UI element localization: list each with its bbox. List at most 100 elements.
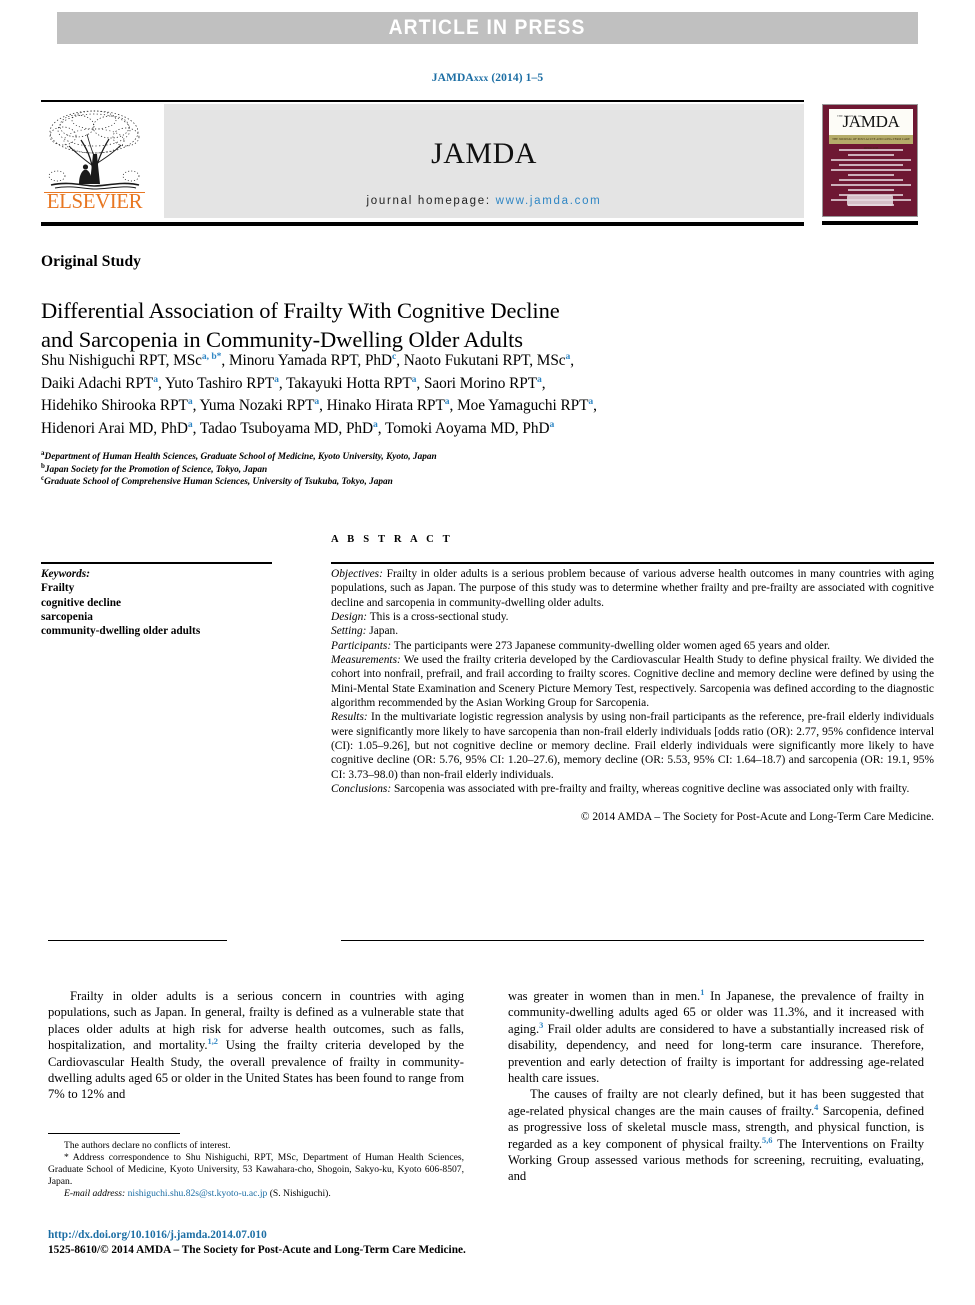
author-separator: , (570, 352, 575, 369)
cover-toc-line (847, 174, 895, 176)
abstract-results-label: Results: (331, 711, 368, 724)
journal-cover-thumbnail: THE JOURNAL OF JAMDA THE JOURNAL OF POST… (822, 104, 918, 226)
body-text: was greater in women than in men. (508, 989, 701, 1003)
cover-bottom-rule (822, 221, 918, 225)
reference-marker[interactable]: 1,2 (208, 1037, 218, 1046)
body-paragraph: was greater in women than in men.1 In Ja… (508, 988, 924, 1086)
journal-title: JAMDA (431, 137, 537, 170)
cover-toc-line (839, 164, 903, 166)
body-paragraph: Frailty in older adults is a serious con… (48, 988, 464, 1103)
author-separator: , (541, 374, 546, 392)
abstract-setting: Setting: Japan. (331, 624, 934, 638)
title-line-1: Differential Association of Frailty With… (41, 298, 560, 324)
email-label: E-mail address: (64, 1188, 126, 1200)
abstract-participants: Participants: The participants were 273 … (331, 639, 934, 653)
keyword-item: Frailty (41, 582, 75, 595)
author-name: Hidenori Arai MD, PhD (41, 419, 188, 437)
abstract-setting-label: Setting: (331, 625, 367, 638)
article-in-press-banner: ARTICLE IN PRESS (57, 12, 918, 44)
footnote-rule (48, 1133, 180, 1135)
author-name: , Yuma Nozaki RPT (192, 397, 315, 414)
abstract-setting-text: Japan. (366, 625, 399, 638)
abstract-objectives: Objectives: Frailty in older adults is a… (331, 567, 934, 610)
affiliation-list: aDepartment of Human Health Sciences, Gr… (41, 449, 741, 489)
email-link[interactable]: nishiguchi.shu.82s@st.kyoto-u.ac.jp (128, 1188, 268, 1199)
cover-image: THE JOURNAL OF JAMDA THE JOURNAL OF POST… (822, 104, 918, 217)
page-title: Differential Association of Frailty With… (41, 296, 831, 354)
elsevier-logo: ELSEVIER (41, 106, 148, 218)
cover-toc-line (831, 184, 911, 186)
abstract-measurements-label: Measurements: (331, 654, 401, 667)
abstract-design: Design: This is a cross-sectional study. (331, 610, 934, 624)
abstract-measurements: Measurements: We used the frailty criter… (331, 653, 934, 710)
author-name: , Tomoki Aoyama MD, PhD (377, 419, 550, 437)
abstract-copyright: © 2014 AMDA – The Society for Post-Acute… (580, 810, 934, 823)
abstract-heading: A B S T R A C T (331, 534, 453, 545)
keywords-heading: Keywords: (41, 568, 90, 580)
author-name: , Takayuki Hotta RPT (278, 374, 412, 392)
correspondence-text: Address correspondence to Shu Nishiguchi… (48, 1152, 464, 1188)
affiliation-item: bJapan Society for the Promotion of Scie… (41, 462, 741, 477)
author-name: , Hinako Hirata RPT (319, 397, 445, 414)
conflicts-statement: The authors declare no conflicts of inte… (64, 1140, 231, 1151)
abstract-conclusions-label: Conclusions: (331, 783, 392, 796)
cover-toc-line (847, 189, 895, 191)
author-name: , Tadao Tsuboyama MD, PhD (192, 419, 374, 437)
author-affiliation-marker: a, b (201, 350, 217, 362)
homepage-label: journal homepage: (366, 195, 491, 207)
author-name: , Yuto Tashiro RPT (157, 374, 275, 392)
masthead-top-rule (41, 100, 804, 102)
affiliation-text: Department of Human Health Sciences, Gra… (44, 452, 437, 462)
abstract-conclusions-text: Sarcopenia was associated with pre-frail… (391, 783, 910, 796)
abstract-results-text: In the multivariate logistic regression … (331, 711, 934, 781)
author-affiliation-marker: a (549, 418, 555, 430)
footnote-block: The authors declare no conflicts of inte… (48, 1140, 464, 1200)
cover-toc-line (839, 179, 903, 181)
article-section-type: Original Study (41, 253, 142, 270)
article-in-press-label: ARTICLE IN PRESS (389, 16, 586, 39)
elsevier-wordmark: ELSEVIER (46, 189, 143, 213)
author-name: Hidehiko Shirooka RPT (41, 397, 188, 414)
abstract-objectives-label: Objectives: (331, 568, 383, 580)
affiliation-item: cGraduate School of Comprehensive Human … (41, 475, 741, 489)
cover-toc-line (831, 159, 911, 161)
doi-link[interactable]: http://dx.doi.org/10.1016/j.jamda.2014.0… (48, 1228, 608, 1243)
cover-toc-line (831, 169, 911, 171)
affiliation-text: Graduate School of Comprehensive Human S… (44, 477, 393, 488)
abstract-design-label: Design: (331, 611, 368, 624)
doi-block: http://dx.doi.org/10.1016/j.jamda.2014.0… (48, 1228, 608, 1257)
author-list: Shu Nishiguchi RPT, MSca, b*, Minoru Yam… (41, 350, 921, 440)
citation-pages: 1–5 (525, 72, 544, 84)
homepage-url-link[interactable]: www.jamda.com (496, 195, 602, 207)
correspondence-note: * Address correspondence to Shu Nishiguc… (48, 1152, 464, 1188)
reference-marker[interactable]: 5,6 (762, 1135, 772, 1144)
masthead-bottom-rule (41, 222, 804, 226)
body-right-divider (341, 940, 924, 942)
masthead: ELSEVIER JAMDA journal homepage: www.jam… (41, 104, 804, 218)
author-name: , Naoto Fukutani RPT, MSc (396, 352, 566, 369)
author-name: Shu Nishiguchi RPT, MSc (41, 352, 202, 369)
citation-year: (2014) (491, 72, 523, 84)
email-note: E-mail address: nishiguchi.shu.82s@st.ky… (48, 1188, 464, 1200)
cover-top-caption: THE JOURNAL OF (837, 114, 862, 118)
cover-toc-line (839, 149, 903, 151)
author-separator: , (593, 397, 597, 414)
abstract-conclusions: Conclusions: Sarcopenia was associated w… (331, 782, 934, 796)
body-column-right: was greater in women than in men.1 In Ja… (508, 988, 924, 1185)
cover-toc-line (847, 154, 895, 156)
journal-citation-line: JAMDAxxx (2014) 1–5 (0, 72, 975, 84)
elsevier-tree-icon (48, 110, 140, 190)
journal-homepage: journal homepage: www.jamda.com (367, 195, 602, 207)
author-name: , Minoru Yamada RPT, PhD (221, 352, 393, 369)
author-name: , Saori Morino RPT (416, 374, 538, 392)
abstract-body: Objectives: Frailty in older adults is a… (331, 567, 934, 824)
abstract-objectives-text: Frailty in older adults is a serious pro… (331, 568, 934, 609)
abstract-design-text: This is a cross-sectional study. (367, 611, 509, 624)
body-left-divider (48, 940, 227, 942)
author-name: , Moe Yamaguchi RPT (449, 397, 589, 414)
keyword-item: community-dwelling older adults (41, 625, 201, 638)
abstract-participants-text: The participants were 273 Japanese commu… (391, 639, 830, 652)
abstract-participants-label: Participants: (331, 639, 392, 652)
affiliation-item: aDepartment of Human Health Sciences, Gr… (41, 449, 741, 464)
citation-volume: xxx (473, 74, 489, 84)
